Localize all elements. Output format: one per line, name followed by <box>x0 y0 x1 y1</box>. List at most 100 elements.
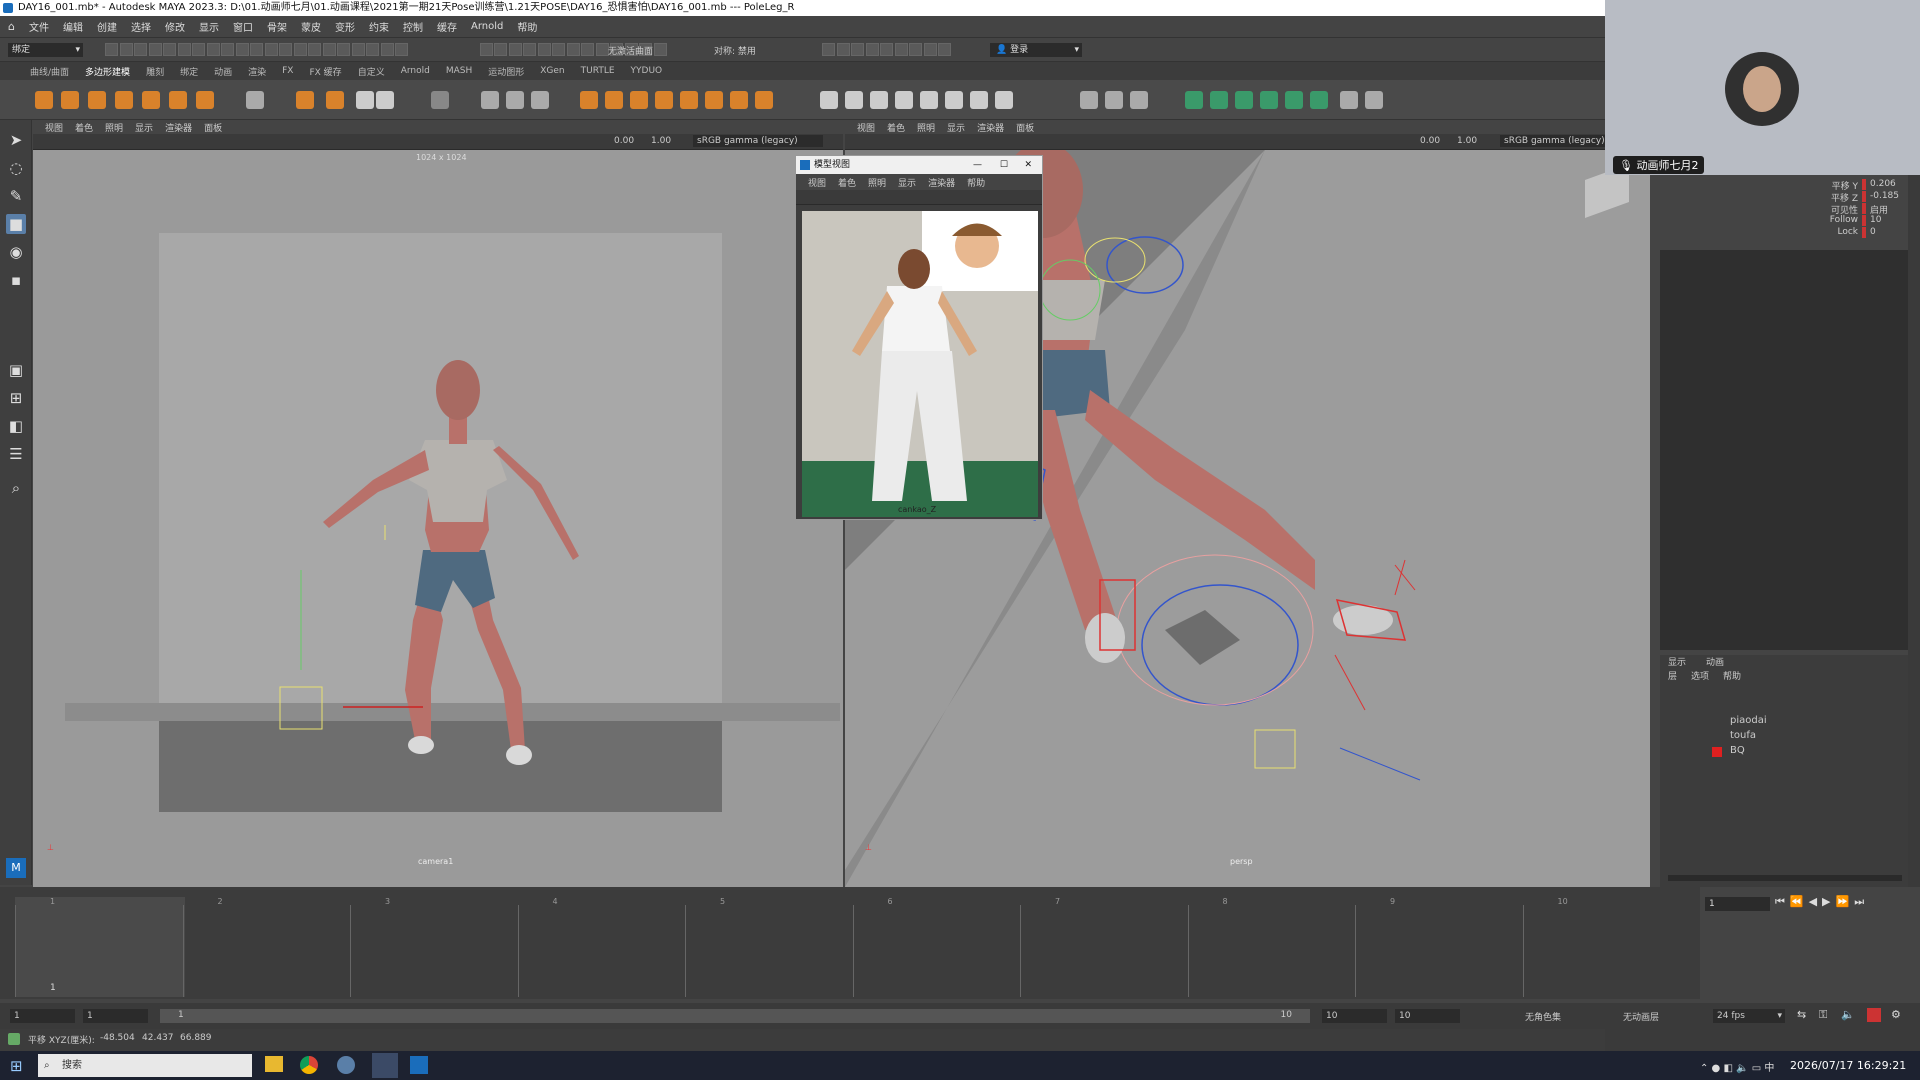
status-line-button[interactable] <box>235 43 249 56</box>
animation-end-field[interactable]: 10 <box>1395 1009 1460 1023</box>
shelf-tool-icon[interactable] <box>630 91 648 109</box>
render-button[interactable] <box>836 43 850 56</box>
status-line-button[interactable] <box>264 43 278 56</box>
shelf-tab-12[interactable]: XGen <box>540 66 564 76</box>
status-line-button[interactable] <box>380 43 394 56</box>
shelf-tool-icon[interactable] <box>1365 91 1383 109</box>
lasso-tool-icon[interactable]: ◌ <box>6 158 26 178</box>
shelf-tab-6[interactable]: FX <box>282 66 293 76</box>
viewport-menu-item-1[interactable]: 着色 <box>75 121 93 134</box>
left-viewport[interactable]: 1024 x 1024 camera1 ⊥ <box>33 150 843 887</box>
status-line-button[interactable] <box>508 43 522 56</box>
shelf-tool-icon[interactable] <box>142 91 160 109</box>
shelf-tool-icon[interactable] <box>61 91 79 109</box>
status-line-button[interactable] <box>148 43 162 56</box>
shelf-tool-icon[interactable] <box>680 91 698 109</box>
reference-window[interactable]: 模型视图 — ☐ ✕ 视图 着色 照明 显示 渲染器 帮助 cankao_Z <box>795 155 1043 520</box>
app-icon[interactable] <box>337 1056 355 1074</box>
shelf-tab-9[interactable]: Arnold <box>401 66 430 76</box>
layer-name[interactable]: piaodai <box>1730 715 1767 726</box>
render-button[interactable] <box>894 43 908 56</box>
exposure-value[interactable]: 0.00 <box>614 136 634 146</box>
shelf-tool-icon[interactable] <box>605 91 623 109</box>
menu-item-12[interactable]: 缓存 <box>437 19 457 34</box>
shelf-tool-icon[interactable] <box>895 91 913 109</box>
shelf-tool-icon[interactable] <box>1185 91 1203 109</box>
shelf-tool-icon[interactable] <box>35 91 53 109</box>
status-line-button[interactable] <box>479 43 493 56</box>
channel-value[interactable]: -0.185 <box>1870 191 1899 201</box>
shelf-tab-1[interactable]: 多边形建模 <box>85 65 130 78</box>
chrome-icon[interactable] <box>300 1056 318 1074</box>
layer-editor-tab-1[interactable]: 动画 <box>1706 655 1724 669</box>
menu-item-2[interactable]: 创建 <box>97 19 117 34</box>
shelf-tool-icon[interactable] <box>196 91 214 109</box>
reference-menu-item-0[interactable]: 视图 <box>808 176 826 189</box>
status-line-button[interactable] <box>581 43 594 56</box>
shelf-tool-icon[interactable] <box>506 91 524 109</box>
menu-item-1[interactable]: 编辑 <box>63 19 83 34</box>
layer-row[interactable]: toufa <box>1660 730 1910 745</box>
menu-item-4[interactable]: 修改 <box>165 19 185 34</box>
menu-item-8[interactable]: 蒙皮 <box>301 19 321 34</box>
shelf-tab-8[interactable]: 自定义 <box>358 65 385 78</box>
symmetry-dropdown[interactable]: 对称: 禁用 <box>714 44 756 57</box>
menu-item-11[interactable]: 控制 <box>403 19 423 34</box>
taskbar-search[interactable]: ⌕ 搜索 <box>38 1054 252 1077</box>
status-line-button[interactable] <box>308 43 321 56</box>
layer-menu-item-0[interactable]: 层 <box>1668 669 1677 683</box>
shelf-tab-2[interactable]: 雕刻 <box>146 65 164 78</box>
shelf-tool-icon[interactable] <box>1235 91 1253 109</box>
layer-name[interactable]: toufa <box>1730 730 1756 741</box>
status-line-button[interactable] <box>177 43 191 56</box>
audio-icon[interactable]: 🔈 <box>1841 1008 1855 1021</box>
close-icon[interactable]: ✕ <box>1024 156 1032 174</box>
layer-menu-item-1[interactable]: 选项 <box>1691 669 1709 683</box>
character-set-dropdown[interactable]: 无角色集 <box>1525 1010 1561 1023</box>
status-line-button[interactable] <box>523 43 536 56</box>
status-line-button[interactable] <box>192 43 205 56</box>
shelf-tab-4[interactable]: 动画 <box>214 65 232 78</box>
render-button[interactable] <box>923 43 937 56</box>
loop-icon[interactable]: ⇆ <box>1797 1008 1806 1021</box>
status-line-button[interactable] <box>494 43 507 56</box>
shelf-tool-icon[interactable] <box>705 91 723 109</box>
playback-end-field[interactable]: 10 <box>1322 1009 1387 1023</box>
reference-menu-item-5[interactable]: 帮助 <box>967 176 985 189</box>
viewport-menu-item-2[interactable]: 照明 <box>105 121 123 134</box>
status-line-button[interactable] <box>595 43 609 56</box>
scale-tool-icon[interactable]: ▪ <box>6 270 26 290</box>
layer-row[interactable]: piaodai <box>1660 715 1910 730</box>
shelf-tool-icon[interactable] <box>655 91 673 109</box>
shelf-tool-icon[interactable] <box>531 91 549 109</box>
menu-item-0[interactable]: 文件 <box>29 19 49 34</box>
shelf-tool-icon[interactable] <box>169 91 187 109</box>
maximize-icon[interactable]: ☐ <box>1000 156 1008 174</box>
file-explorer-icon[interactable] <box>265 1056 283 1072</box>
gamma-value[interactable]: 1.00 <box>651 136 671 146</box>
menu-item-3[interactable]: 选择 <box>131 19 151 34</box>
start-icon[interactable]: ⊞ <box>10 1057 23 1075</box>
shelf-tool-icon[interactable] <box>431 91 449 109</box>
menu-item-9[interactable]: 变形 <box>335 19 355 34</box>
layer-scrollbar[interactable] <box>1668 875 1902 881</box>
render-button[interactable] <box>822 43 835 56</box>
layer-row[interactable]: BQ <box>1660 745 1910 760</box>
script-icon[interactable] <box>8 1033 20 1045</box>
menu-item-7[interactable]: 骨架 <box>267 19 287 34</box>
shelf-tool-icon[interactable] <box>296 91 314 109</box>
shelf-tool-icon[interactable] <box>1080 91 1098 109</box>
shelf-tool-icon[interactable] <box>115 91 133 109</box>
shelf-tool-icon[interactable] <box>580 91 598 109</box>
shelf-tool-icon[interactable] <box>1310 91 1328 109</box>
live-surface-label[interactable]: 无激活曲面 <box>608 44 653 57</box>
reference-menu-item-1[interactable]: 着色 <box>838 176 856 189</box>
status-line-button[interactable] <box>206 43 220 56</box>
shelf-tab-11[interactable]: 运动图形 <box>488 65 524 78</box>
shelf-tab-14[interactable]: YYDUO <box>631 66 663 76</box>
viewport-menu-item-5[interactable]: 面板 <box>1016 121 1034 134</box>
shelf-tool-icon[interactable] <box>1105 91 1123 109</box>
status-line-button[interactable] <box>250 43 263 56</box>
single-perspective-icon[interactable]: ▣ <box>6 360 26 380</box>
shelf-tool-icon[interactable] <box>845 91 863 109</box>
